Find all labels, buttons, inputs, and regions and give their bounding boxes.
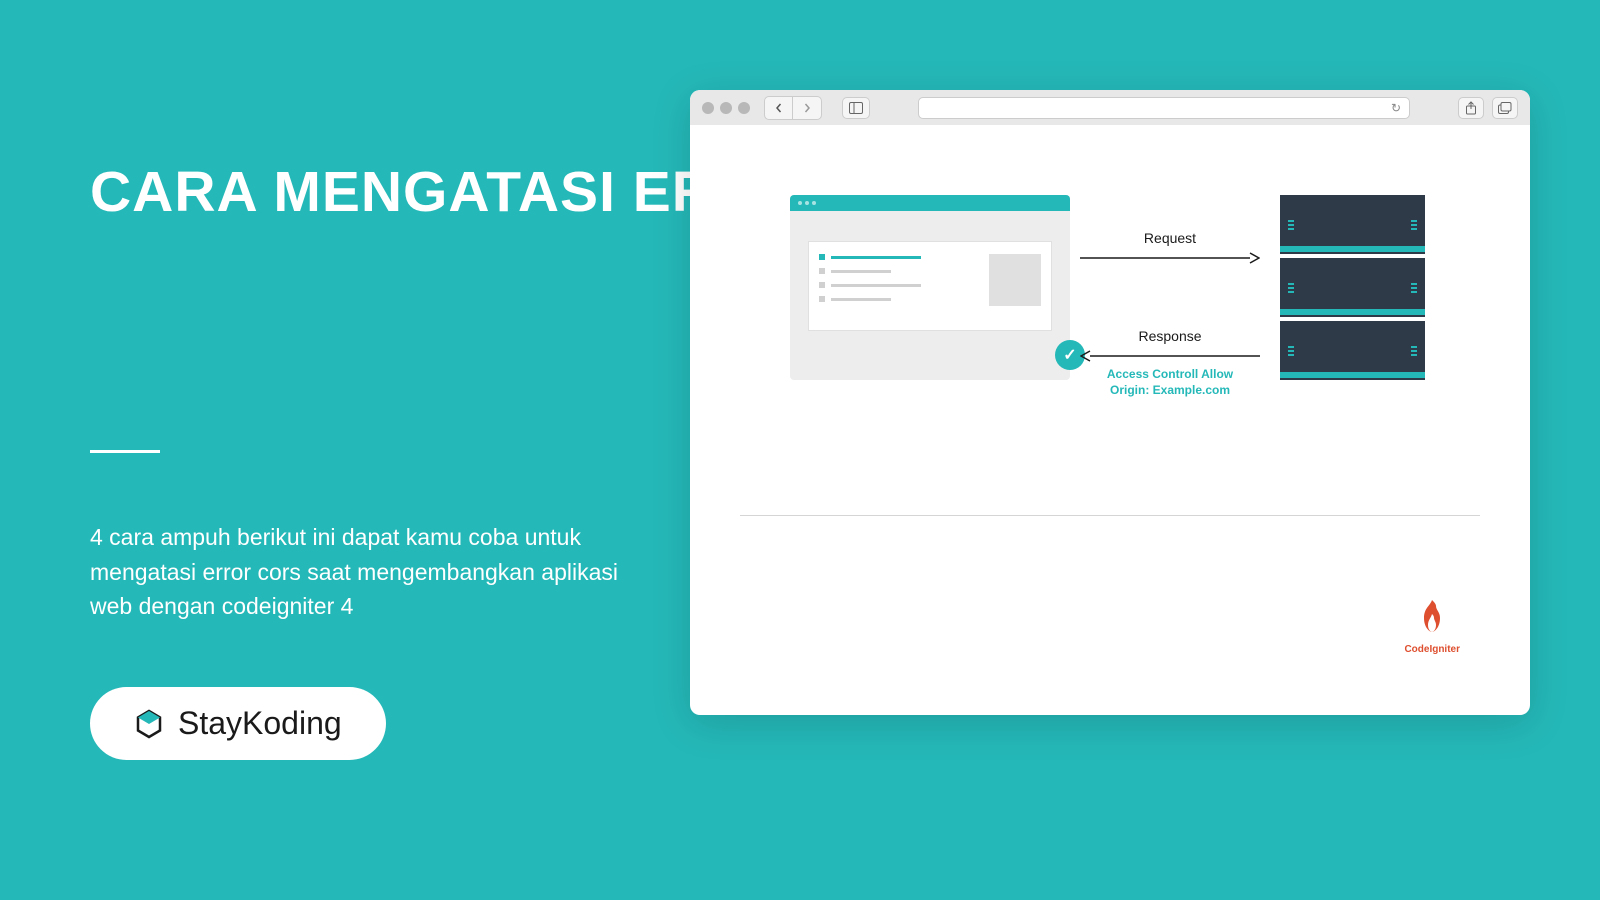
browser-mockup: ↻ [690,90,1530,715]
sidebar-toggle [842,97,870,119]
close-dot-icon [702,102,714,114]
server-rack-unit [1280,258,1425,317]
brand-badge: StayKoding [90,687,386,760]
maximize-dot-icon [738,102,750,114]
server-rack-unit [1280,195,1425,254]
mini-dot-icon [798,201,802,205]
content-divider [740,515,1480,516]
mini-content [808,241,1052,331]
browser-content: ✓ Request Response [690,125,1530,715]
panel-icon [849,102,863,114]
arrow-right-icon [1080,252,1260,264]
request-label: Request [1080,230,1260,246]
browser-toolbar: ↻ [690,90,1530,125]
cors-diagram: ✓ Request Response [740,185,1480,505]
codeigniter-logo: CodeIgniter [1404,598,1460,655]
toolbar-right [1458,97,1518,119]
title-divider [90,450,160,453]
brand-name: StayKoding [178,705,342,742]
list-item [819,296,977,302]
brand-hexagon-icon [134,709,164,739]
request-arrow: Request [1080,230,1260,263]
chevron-right-icon [802,103,812,113]
mini-dot-icon [805,201,809,205]
mini-dot-icon [812,201,816,205]
codeigniter-label: CodeIgniter [1404,644,1460,655]
forward-button [793,97,821,119]
reload-icon: ↻ [1391,101,1401,115]
list-item [819,268,977,274]
mini-browser-header [790,195,1070,211]
tabs-icon [1498,102,1512,114]
back-button [765,97,793,119]
share-button [1458,97,1484,119]
tabs-button [1492,97,1518,119]
url-bar: ↻ [918,97,1410,119]
response-arrow: Response Access Controll Allow Origin: E… [1080,328,1260,398]
server-rack-unit [1280,321,1425,380]
arrow-left-icon [1080,350,1260,362]
thumbnail-placeholder [989,254,1041,306]
list-item [819,282,977,288]
minimize-dot-icon [720,102,732,114]
share-icon [1465,101,1477,115]
flame-icon [1416,598,1448,640]
nav-buttons [764,96,822,120]
chevron-left-icon [774,103,784,113]
page-description: 4 cara ampuh berikut ini dapat kamu coba… [90,520,660,624]
list-item [819,254,977,260]
server-graphic [1280,195,1425,380]
response-label: Response [1080,328,1260,344]
client-browser-graphic [790,195,1070,380]
mini-list [819,254,977,318]
cors-header-text: Access Controll Allow Origin: Example.co… [1080,367,1260,398]
window-traffic-lights [702,102,750,114]
